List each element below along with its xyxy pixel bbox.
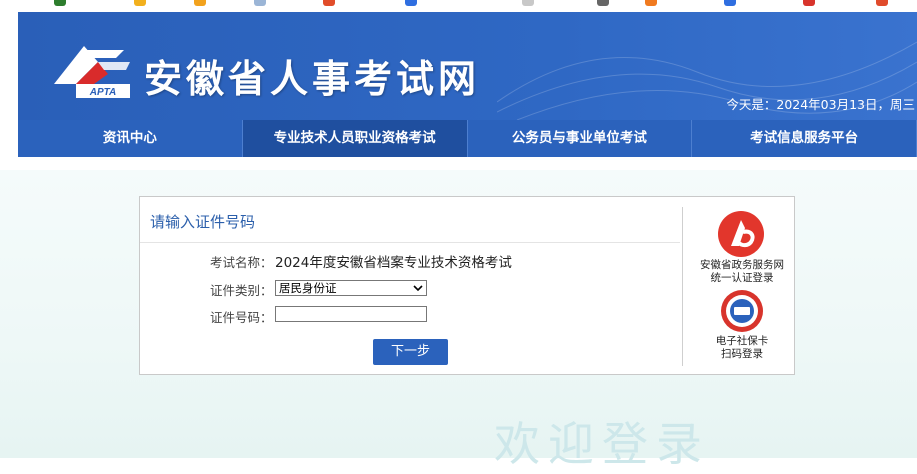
site-title: 安徽省人事考试网: [144, 57, 481, 101]
gov-login-line2: 统一认证登录: [710, 272, 774, 284]
apta-logo-icon[interactable]: APTA: [46, 40, 136, 102]
bookmark-bar: [0, 0, 917, 12]
divider: [140, 242, 680, 243]
current-date: 今天是：2024年03月13日，周三: [726, 97, 915, 112]
nav-item-news[interactable]: 资讯中心: [18, 120, 243, 157]
id-type-selected-value: 居民身份证: [279, 281, 337, 295]
bookmark-icon[interactable]: [323, 0, 335, 6]
bookmark-icon[interactable]: [522, 0, 534, 6]
social-card-caption[interactable]: 电子社保卡 扫码登录: [690, 335, 794, 361]
id-number-label: 证件号码：: [210, 310, 273, 325]
bookmark-icon[interactable]: [405, 0, 417, 6]
bookmark-icon[interactable]: [134, 0, 146, 6]
bookmark-icon[interactable]: [54, 0, 66, 6]
bookmark-icon[interactable]: [876, 0, 888, 6]
panel-title: 请输入证件号码: [150, 213, 256, 231]
exam-name-label: 考试名称：: [210, 255, 273, 270]
vertical-divider: [682, 207, 683, 366]
bookmark-icon[interactable]: [724, 0, 736, 6]
bookmark-icon[interactable]: [803, 0, 815, 6]
alt-login-sidebar: 安徽省政务服务网 统一认证登录 电子社保卡 扫码登录: [690, 197, 794, 376]
id-entry-panel: 请输入证件号码 考试名称： 2024年度安徽省档案专业技术资格考试 证件类别： …: [139, 196, 795, 375]
gov-login-caption[interactable]: 安徽省政务服务网 统一认证登录: [690, 259, 794, 285]
nav-item-exam-service-platform[interactable]: 考试信息服务平台: [692, 120, 917, 157]
bookmark-icon[interactable]: [194, 0, 206, 6]
anhui-gov-service-logo-icon[interactable]: [717, 210, 765, 258]
logo-text: APTA: [89, 87, 116, 98]
bookmark-icon[interactable]: [645, 0, 657, 6]
bookmark-icon[interactable]: [254, 0, 266, 6]
main-nav: 资讯中心 专业技术人员职业资格考试 公务员与事业单位考试 考试信息服务平台: [18, 120, 917, 157]
gov-login-line1: 安徽省政务服务网: [700, 259, 784, 271]
social-security-card-logo-icon[interactable]: [720, 289, 764, 333]
social-card-line2: 扫码登录: [721, 348, 763, 360]
nav-item-professional-exam[interactable]: 专业技术人员职业资格考试: [242, 120, 468, 157]
id-number-input[interactable]: [275, 306, 427, 322]
welcome-watermark: 欢迎登录: [494, 417, 710, 471]
next-step-button[interactable]: 下一步: [373, 339, 448, 365]
bookmark-icon[interactable]: [597, 0, 609, 6]
chevron-down-icon: [413, 285, 423, 292]
social-card-line1: 电子社保卡: [715, 335, 769, 347]
exam-name-value: 2024年度安徽省档案专业技术资格考试: [275, 255, 512, 271]
site-header: APTA 安徽省人事考试网 今天是：2024年03月13日，周三: [18, 12, 917, 120]
nav-item-civil-service-exam[interactable]: 公务员与事业单位考试: [468, 120, 693, 157]
id-type-label: 证件类别：: [210, 283, 273, 298]
id-type-select[interactable]: 居民身份证: [275, 280, 427, 296]
